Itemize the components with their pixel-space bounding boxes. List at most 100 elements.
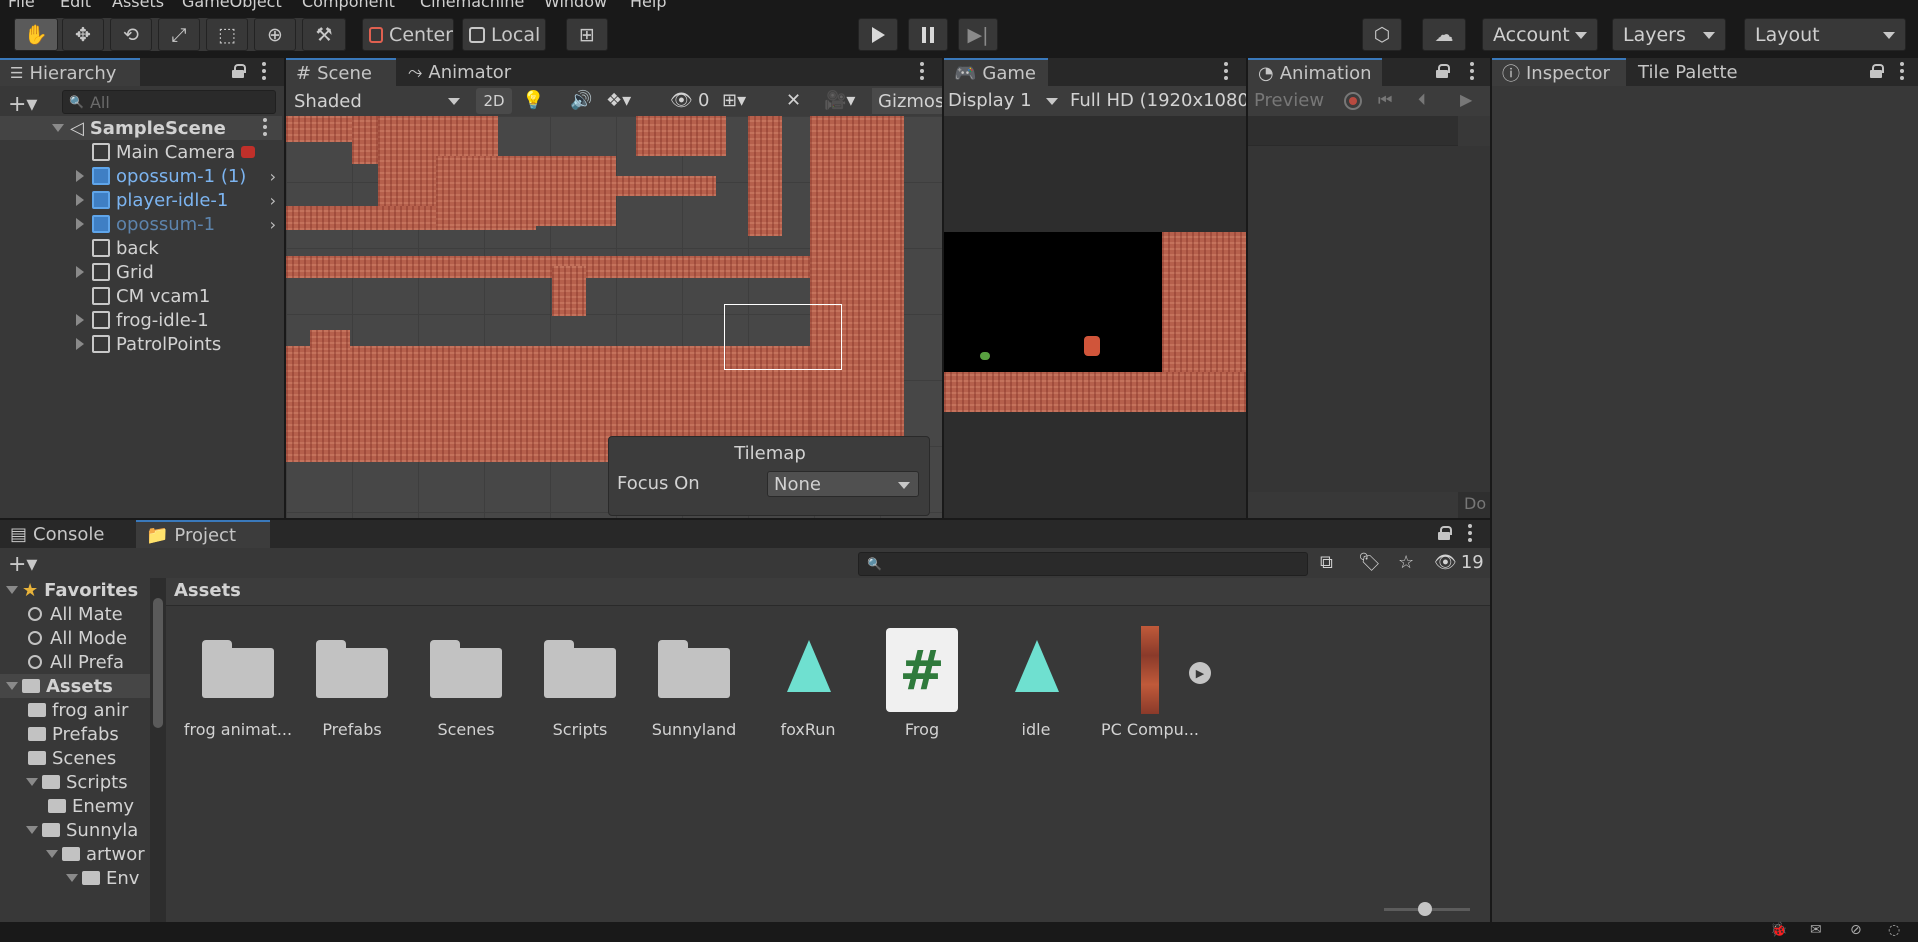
project-tree-item[interactable]: All Mode bbox=[0, 626, 150, 650]
project-tree-item[interactable]: artwor bbox=[0, 842, 150, 866]
play-button[interactable] bbox=[858, 18, 898, 51]
camera-icon[interactable]: 🎥▾ bbox=[824, 90, 855, 111]
visibility-icon[interactable]: 👁 bbox=[670, 90, 693, 111]
audio-icon[interactable]: 🔊 bbox=[570, 90, 592, 111]
tab-game[interactable]: 🎮 Game bbox=[944, 58, 1048, 86]
game-viewport[interactable] bbox=[944, 116, 1246, 518]
expand-icon[interactable] bbox=[52, 124, 64, 132]
expand-arrow-icon[interactable] bbox=[46, 850, 58, 858]
asset-item[interactable]: PC Compu... ▶ bbox=[1095, 626, 1211, 739]
open-prefab-icon[interactable]: › bbox=[270, 191, 276, 210]
cloud-icon[interactable]: ☁ bbox=[1422, 18, 1466, 51]
progress-icon[interactable]: ◌ bbox=[1888, 922, 1900, 938]
expand-arrow-icon[interactable] bbox=[76, 338, 84, 350]
menu-assets[interactable]: Assets bbox=[112, 0, 164, 11]
debug-icon[interactable]: 🐞 bbox=[1770, 922, 1787, 938]
tab-scene[interactable]: # Scene bbox=[286, 58, 396, 86]
project-tree-item[interactable]: Assets bbox=[0, 674, 150, 698]
hierarchy-item[interactable]: PatrolPoints bbox=[0, 332, 282, 356]
step-button[interactable]: ▶| bbox=[958, 18, 998, 51]
asset-item[interactable]: idle bbox=[981, 636, 1091, 739]
game-kebab-icon[interactable] bbox=[1224, 62, 1228, 82]
tab-hierarchy[interactable]: ☰ Hierarchy bbox=[0, 58, 140, 86]
tab-tile-palette[interactable]: Tile Palette bbox=[1628, 58, 1778, 86]
pivot-toggle[interactable]: Center bbox=[362, 18, 454, 51]
lighting-icon[interactable]: 💡 bbox=[522, 90, 544, 111]
menu-help[interactable]: Help bbox=[630, 0, 666, 11]
rect-tool-icon[interactable]: ⬚ bbox=[206, 18, 248, 51]
scale-tool-icon[interactable]: ⤢ bbox=[158, 18, 200, 51]
add-icon[interactable]: +▾ bbox=[8, 92, 37, 117]
2d-toggle[interactable]: 2D bbox=[476, 88, 512, 114]
network-icon[interactable]: ⊘ bbox=[1850, 922, 1862, 938]
menu-component[interactable]: Component bbox=[302, 0, 395, 11]
expand-arrow-icon[interactable] bbox=[76, 218, 84, 230]
layout-dropdown[interactable]: Layout bbox=[1744, 18, 1906, 51]
move-tool-icon[interactable]: ✥ bbox=[62, 18, 104, 51]
hierarchy-item[interactable]: opossum-1 › bbox=[0, 212, 282, 236]
project-tree-item[interactable]: Sunnyla bbox=[0, 818, 150, 842]
tree-scrollbar[interactable] bbox=[150, 578, 166, 922]
project-tree-item[interactable]: frog anir bbox=[0, 698, 150, 722]
tab-project[interactable]: 📁 Project bbox=[136, 520, 270, 548]
lock-icon[interactable] bbox=[1870, 64, 1884, 78]
asset-item[interactable]: foxRun bbox=[753, 636, 863, 739]
filter-type-icon[interactable]: ⧉ bbox=[1320, 552, 1333, 573]
zoom-slider-thumb[interactable] bbox=[1418, 902, 1432, 916]
asset-item[interactable]: Scenes bbox=[411, 636, 521, 739]
menu-file[interactable]: File bbox=[8, 0, 35, 11]
expand-arrow-icon[interactable] bbox=[26, 826, 38, 834]
scrollbar-thumb[interactable] bbox=[153, 598, 163, 728]
project-tree-item[interactable]: Scenes bbox=[0, 746, 150, 770]
project-tree-item[interactable]: All Prefa bbox=[0, 650, 150, 674]
project-tree-item[interactable]: Env bbox=[0, 866, 150, 890]
tab-console[interactable]: ▤ Console bbox=[0, 520, 134, 548]
hierarchy-item[interactable]: frog-idle-1 bbox=[0, 308, 282, 332]
asset-item[interactable]: frog animat... bbox=[183, 636, 293, 739]
focus-on-dropdown[interactable]: None bbox=[767, 471, 919, 497]
record-icon[interactable] bbox=[1344, 92, 1362, 110]
expand-play-icon[interactable]: ▶ bbox=[1189, 662, 1211, 684]
lock-icon[interactable] bbox=[1436, 64, 1450, 78]
create-icon[interactable]: +▾ bbox=[8, 552, 37, 577]
menu-gameobject[interactable]: GameObject bbox=[182, 0, 282, 11]
hierarchy-item[interactable]: Main Camera bbox=[0, 140, 282, 164]
display-dropdown[interactable]: Display 1 bbox=[948, 90, 1062, 111]
collab-icon[interactable]: ⬡ bbox=[1362, 18, 1402, 51]
animation-kebab-icon[interactable] bbox=[1470, 62, 1474, 82]
expand-arrow-icon[interactable] bbox=[26, 778, 38, 786]
grid-snap-icon[interactable]: ⊞ bbox=[566, 18, 608, 51]
favorite-star-icon[interactable]: ☆ bbox=[1398, 552, 1414, 573]
project-tree-item[interactable]: ★ Favorites bbox=[0, 578, 150, 602]
tab-animator[interactable]: ⤳ Animator bbox=[398, 58, 518, 86]
kebab-icon[interactable] bbox=[262, 62, 266, 82]
prev-key-icon[interactable]: ⏴ bbox=[1418, 90, 1426, 110]
tab-animation[interactable]: ◔ Animation bbox=[1248, 58, 1382, 86]
rotate-tool-icon[interactable]: ⟲ bbox=[110, 18, 152, 51]
menu-edit[interactable]: Edit bbox=[60, 0, 91, 11]
transform-tool-icon[interactable]: ⊕ bbox=[254, 18, 296, 51]
menu-window[interactable]: Window bbox=[544, 0, 607, 11]
account-dropdown[interactable]: Account bbox=[1482, 18, 1598, 51]
asset-item[interactable]: Prefabs bbox=[297, 636, 407, 739]
shading-dropdown[interactable]: Shaded bbox=[290, 88, 468, 114]
breadcrumb-assets[interactable]: Assets bbox=[174, 580, 241, 601]
hierarchy-item[interactable]: player-idle-1 › bbox=[0, 188, 282, 212]
first-key-icon[interactable]: ⏮ bbox=[1378, 90, 1392, 110]
lock-icon[interactable] bbox=[232, 64, 246, 78]
scene-kebab-icon[interactable] bbox=[920, 62, 924, 82]
expand-arrow-icon[interactable] bbox=[76, 194, 84, 206]
project-search-input[interactable]: 🔍 bbox=[858, 552, 1308, 576]
layers-dropdown[interactable]: Layers bbox=[1612, 18, 1726, 51]
expand-arrow-icon[interactable] bbox=[66, 874, 78, 882]
expand-arrow-icon[interactable] bbox=[76, 170, 84, 182]
hierarchy-item[interactable]: back bbox=[0, 236, 282, 260]
project-tree-item[interactable]: Enemy bbox=[0, 794, 150, 818]
hierarchy-item[interactable]: CM vcam1 bbox=[0, 284, 282, 308]
space-toggle[interactable]: Local bbox=[462, 18, 546, 51]
custom-tool-icon[interactable]: ⚒ bbox=[302, 18, 346, 51]
hierarchy-item[interactable]: opossum-1 (1) › bbox=[0, 164, 282, 188]
hidden-packages-toggle[interactable]: 👁 19 bbox=[1434, 552, 1484, 573]
menu-cinemachine[interactable]: Cinemachine bbox=[420, 0, 524, 11]
resolution-dropdown[interactable]: Full HD (1920x1080) bbox=[1070, 90, 1246, 111]
